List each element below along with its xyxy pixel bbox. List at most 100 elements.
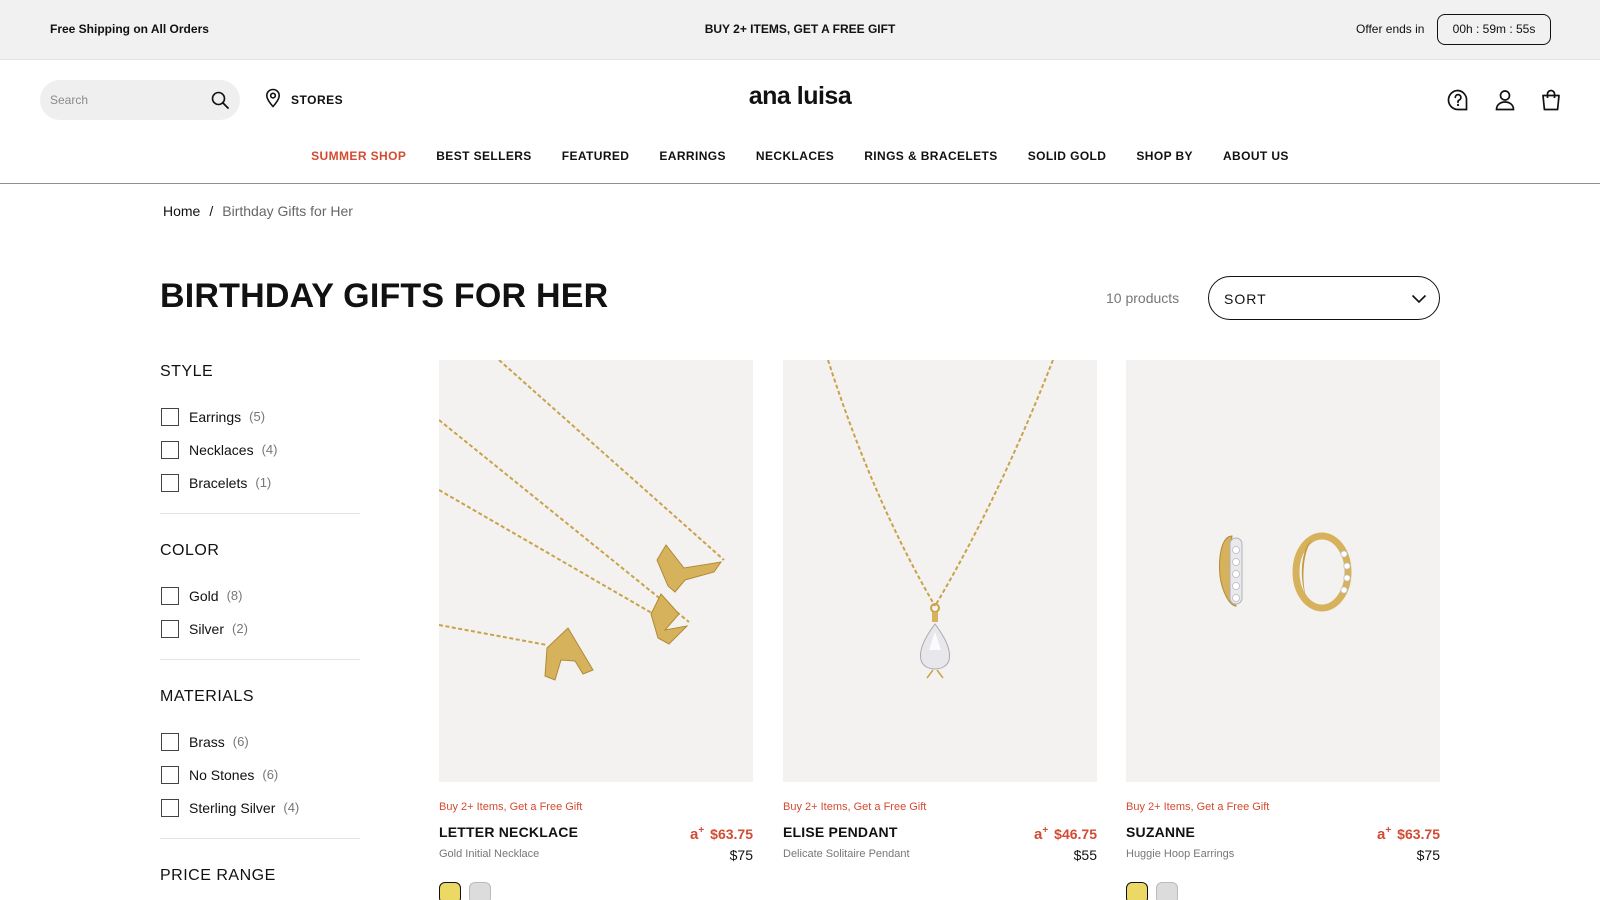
product-count: 10 products (1106, 290, 1180, 306)
nav-shop-by[interactable]: SHOP BY (1136, 138, 1193, 174)
filter-price-range: PRICE RANGE (160, 867, 360, 900)
filter-option-label: Bracelets (189, 474, 248, 491)
search-bar[interactable] (40, 80, 240, 120)
filter-divider (160, 659, 360, 660)
pendant-necklace-image[interactable] (783, 360, 1097, 782)
nav-rings-bracelets[interactable]: RINGS & BRACELETS (864, 138, 997, 174)
product-card[interactable]: Buy 2+ Items, Get a Free Gift LETTER NEC… (439, 360, 753, 900)
countdown-timer: 00h : 59m : 55s (1437, 14, 1551, 45)
filter-option-count: (2) (232, 621, 248, 636)
nav-best-sellers[interactable]: BEST SELLERS (436, 138, 531, 174)
sale-price: a+ $63.75 (1377, 825, 1440, 843)
swatch-silver[interactable] (469, 882, 491, 900)
promo-label: Buy 2+ Items, Get a Free Gift (783, 801, 927, 813)
sort-label: SORT (1224, 291, 1267, 307)
filter-option-gold[interactable]: Gold (8) (160, 579, 360, 612)
breadcrumb-separator: / (209, 203, 214, 219)
filter-option-label: No Stones (189, 766, 255, 783)
promo-label: Buy 2+ Items, Get a Free Gift (1126, 801, 1270, 813)
logo: ana luisa (0, 82, 1600, 111)
nav-necklaces[interactable]: NECKLACES (756, 138, 834, 174)
logo-text[interactable]: ana luisa (749, 82, 852, 110)
filter-option-count: (4) (283, 800, 300, 815)
checkbox[interactable] (161, 586, 179, 605)
hoop-earrings-image[interactable] (1126, 360, 1440, 782)
stores-label: STORES (291, 93, 344, 107)
regular-price: $75 (729, 847, 753, 863)
filter-option-count: (1) (255, 475, 272, 490)
filter-option-count: (5) (249, 409, 266, 424)
filter-option-count: (4) (261, 442, 278, 457)
filter-option-count: (6) (232, 734, 249, 749)
help-icon[interactable] (1446, 88, 1470, 112)
filter-option-count: (6) (262, 767, 279, 782)
filter-option-earrings[interactable]: Earrings (5) (160, 400, 360, 433)
filter-style: STYLE Earrings (5) Necklaces (4) Bracelets… (160, 363, 360, 499)
page-title: BIRTHDAY GIFTS FOR HER (160, 277, 609, 315)
chevron-down-icon (1411, 294, 1427, 304)
filter-title-color: COLOR (160, 542, 220, 559)
sale-price-value: $63.75 (1397, 826, 1440, 842)
product-name[interactable]: SUZANNE (1126, 824, 1195, 840)
product-card[interactable]: Buy 2+ Items, Get a Free Gift ELISE PEND… (783, 360, 1097, 863)
checkbox[interactable] (161, 407, 179, 426)
filter-option-brass[interactable]: Brass (6) (160, 725, 360, 758)
filter-title-price-range[interactable]: PRICE RANGE (160, 867, 360, 885)
announcement-bar: Free Shipping on All Orders BUY 2+ ITEMS… (0, 0, 1600, 60)
checkbox[interactable] (161, 765, 179, 784)
sort-dropdown[interactable]: SORT (1208, 276, 1440, 320)
filter-title-materials: MATERIALS (160, 688, 254, 705)
product-subtitle: Gold Initial Necklace (439, 848, 540, 860)
filter-color: COLOR Gold (8) Silver (2) (160, 542, 360, 645)
checkbox[interactable] (161, 473, 179, 492)
filter-option-count: (8) (226, 588, 243, 603)
nav-summer-shop[interactable]: SUMMER SHOP (311, 138, 406, 174)
sale-price-value: $63.75 (710, 826, 753, 842)
account-icon[interactable] (1493, 88, 1517, 112)
product-card[interactable]: Buy 2+ Items, Get a Free Gift SUZANNE Hu… (1126, 360, 1440, 900)
swatch-silver[interactable] (1156, 882, 1178, 900)
product-subtitle: Delicate Solitaire Pendant (783, 848, 910, 860)
swatch-gold[interactable] (439, 882, 461, 900)
filter-option-sterling-silver[interactable]: Sterling Silver (4) (160, 791, 360, 824)
sale-price: a+ $46.75 (1034, 825, 1097, 843)
filter-option-label: Necklaces (189, 441, 254, 458)
ana-plus-icon: a+ (1376, 825, 1392, 843)
nav-solid-gold[interactable]: SOLID GOLD (1028, 138, 1107, 174)
product-subtitle: Huggie Hoop Earrings (1126, 848, 1235, 860)
letter-necklace-image[interactable] (439, 360, 753, 782)
product-name[interactable]: LETTER NECKLACE (439, 824, 578, 840)
main-nav: SUMMER SHOP BEST SELLERS FEATURED EARRIN… (0, 138, 1600, 184)
filter-option-no-stones[interactable]: No Stones (6) (160, 758, 360, 791)
cart-icon[interactable] (1539, 88, 1563, 112)
search-input[interactable] (50, 80, 200, 120)
checkbox[interactable] (161, 732, 179, 751)
filter-title-style: STYLE (160, 363, 214, 380)
checkbox[interactable] (161, 798, 179, 817)
filter-option-necklaces[interactable]: Necklaces (4) (160, 433, 360, 466)
filter-divider (160, 838, 360, 839)
stores-link[interactable]: STORES (265, 88, 344, 111)
breadcrumb-home[interactable]: Home (163, 203, 200, 219)
swatch-gold[interactable] (1126, 882, 1148, 900)
free-shipping-text: Free Shipping on All Orders (50, 22, 209, 36)
checkbox[interactable] (161, 440, 179, 459)
sale-price-value: $46.75 (1054, 826, 1097, 842)
filter-divider (160, 513, 360, 514)
breadcrumb: Home / Birthday Gifts for Her (163, 203, 353, 219)
search-icon[interactable] (211, 91, 229, 109)
filter-option-label: Brass (189, 733, 225, 750)
nav-about-us[interactable]: ABOUT US (1223, 138, 1289, 174)
filter-option-bracelets[interactable]: Bracelets (1) (160, 466, 360, 499)
filter-option-label: Silver (189, 620, 225, 637)
promo-label: Buy 2+ Items, Get a Free Gift (439, 801, 583, 813)
filter-option-silver[interactable]: Silver (2) (160, 612, 360, 645)
filter-option-label: Earrings (189, 408, 242, 425)
checkbox[interactable] (161, 619, 179, 638)
filter-option-label: Sterling Silver (189, 799, 276, 816)
nav-earrings[interactable]: EARRINGS (659, 138, 726, 174)
nav-featured[interactable]: FEATURED (562, 138, 630, 174)
filter-option-label: Gold (189, 587, 219, 604)
product-name[interactable]: ELISE PENDANT (783, 824, 898, 840)
filter-materials: MATERIALS Brass (6) No Stones (6) Sterling… (160, 688, 360, 824)
